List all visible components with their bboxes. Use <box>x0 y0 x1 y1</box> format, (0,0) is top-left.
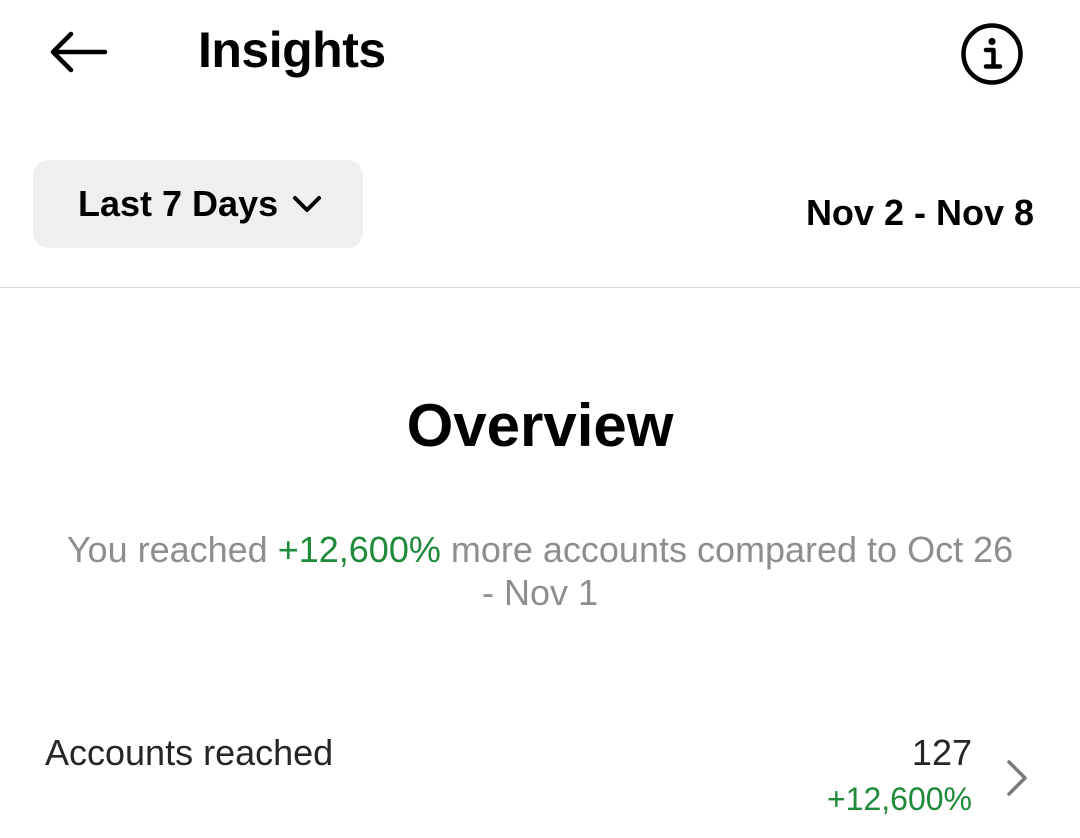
insights-screen: Insights Last 7 Days Nov 2 - Nov 8 Overv… <box>0 0 1080 838</box>
summary-prefix: You reached <box>66 529 278 570</box>
date-range-text: Nov 2 - Nov 8 <box>805 192 1034 233</box>
metric-row-accounts-reached[interactable]: Accounts reached 127 +12,600% <box>0 720 1080 838</box>
metric-label: Accounts reached <box>45 732 334 773</box>
back-button[interactable] <box>40 22 114 82</box>
arrow-left-icon <box>50 31 108 73</box>
metric-change: +12,600% <box>826 781 972 817</box>
summary-suffix: more accounts compared to Oct 26 - Nov 1 <box>440 529 1014 613</box>
date-range-dropdown[interactable]: Last 7 Days <box>33 160 363 248</box>
page-title: Insights <box>198 22 386 78</box>
info-button[interactable] <box>958 20 1026 88</box>
metric-value: 127 <box>911 732 972 773</box>
info-icon <box>961 23 1023 85</box>
divider <box>0 287 1080 288</box>
chevron-right-icon <box>1000 756 1034 800</box>
overview-heading: Overview <box>406 392 674 459</box>
overview-summary: You reached +12,600% more accounts compa… <box>60 528 1020 614</box>
chevron-down-icon <box>292 194 322 214</box>
date-range-dropdown-label: Last 7 Days <box>78 183 279 224</box>
summary-change: +12,600% <box>277 529 441 570</box>
